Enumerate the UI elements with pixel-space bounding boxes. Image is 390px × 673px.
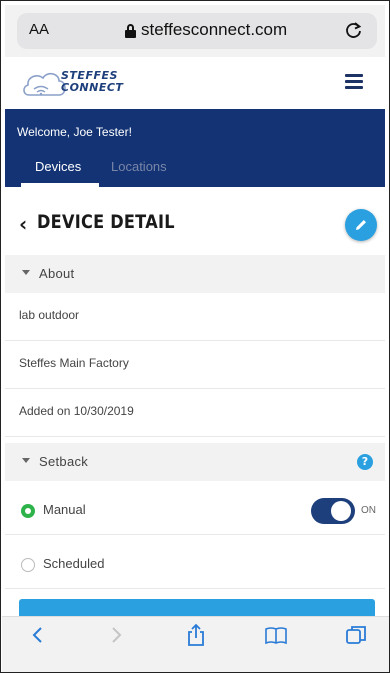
device-name: lab outdoor	[19, 308, 80, 322]
tab-locations[interactable]: Locations	[111, 159, 167, 174]
pencil-icon	[356, 220, 366, 230]
device-detail-header: ‹ DEVICE DETAIL	[5, 187, 385, 255]
toggle-state-label: ON	[361, 505, 376, 516]
about-header-label: About	[39, 266, 75, 281]
back-icon[interactable]	[26, 623, 50, 647]
edit-button[interactable]	[345, 209, 377, 241]
tab-devices[interactable]: Devices	[35, 159, 81, 174]
setback-option-scheduled[interactable]: Scheduled	[5, 541, 385, 589]
setback-option-manual[interactable]: Manual ON	[5, 487, 385, 535]
bookmarks-icon[interactable]	[264, 623, 288, 647]
reload-icon[interactable]	[344, 19, 364, 41]
list-item: Added on 10/30/2019	[5, 389, 385, 437]
setback-toggle[interactable]	[311, 498, 355, 524]
list-item: lab outdoor	[5, 293, 385, 341]
logo-text: STEFFES CONNECT	[61, 70, 123, 94]
welcome-text: Welcome, Joe Tester!	[17, 125, 132, 139]
setback-header-label: Setback	[39, 454, 89, 469]
site-header: STEFFES CONNECT	[5, 57, 385, 109]
setback-section-header[interactable]: Setback ?	[5, 443, 385, 481]
lock-icon	[125, 24, 136, 38]
collapse-triangle-icon	[22, 270, 30, 275]
browser-toolbar	[2, 616, 389, 672]
browser-address-bar: AA steffesconnect.com	[5, 5, 385, 57]
about-section-header[interactable]: About	[5, 255, 385, 293]
welcome-band: Welcome, Joe Tester! Devices Locations	[5, 109, 385, 187]
text-size-button[interactable]: AA	[29, 21, 49, 38]
logo-line-2: CONNECT	[61, 81, 124, 94]
back-chevron-icon[interactable]: ‹	[19, 212, 27, 236]
radio-label: Scheduled	[43, 556, 105, 571]
radio-scheduled[interactable]	[21, 558, 35, 572]
device-location: Steffes Main Factory	[19, 356, 129, 370]
device-added-date: Added on 10/30/2019	[19, 404, 134, 418]
screen: AA steffesconnect.com STEFFES CONNECT We…	[0, 0, 390, 673]
radio-manual[interactable]	[21, 504, 35, 518]
help-icon[interactable]: ?	[357, 454, 373, 470]
tabs-icon[interactable]	[344, 623, 368, 647]
forward-icon[interactable]	[104, 623, 128, 647]
radio-label: Manual	[43, 502, 86, 517]
steffes-connect-logo[interactable]: STEFFES CONNECT	[21, 67, 131, 103]
collapse-triangle-icon	[22, 458, 30, 463]
list-item: Steffes Main Factory	[5, 341, 385, 389]
page-title: DEVICE DETAIL	[37, 211, 175, 233]
url-domain[interactable]: steffesconnect.com	[141, 20, 287, 40]
menu-icon[interactable]	[345, 74, 363, 90]
share-icon[interactable]	[184, 623, 208, 647]
